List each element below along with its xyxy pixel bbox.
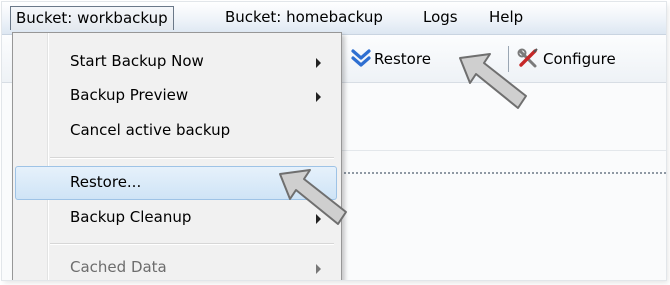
pointer-arrow-icon (279, 169, 347, 225)
dotted-divider (340, 172, 666, 174)
pointer-arrow-icon (459, 53, 527, 109)
menu-item-label: Backup Cleanup (70, 208, 192, 226)
configure-button[interactable]: Configure (543, 49, 616, 69)
menu-item-cached-data[interactable]: Cached Data (15, 251, 337, 280)
menu-item-label: Cached Data (70, 258, 167, 276)
submenu-arrow-icon (316, 58, 321, 68)
menu-separator-shadow (50, 244, 334, 245)
submenu-arrow-icon (316, 264, 321, 274)
menu-item-label: Backup Preview (70, 86, 189, 104)
menu-item-label: Restore... (70, 173, 142, 191)
divider (340, 150, 666, 151)
menu-bucket-homebackup[interactable]: Bucket: homebackup (220, 6, 388, 29)
menu-item-cancel-active-backup[interactable]: Cancel active backup (15, 114, 337, 148)
menu-item-label: Start Backup Now (70, 52, 204, 70)
menu-item-label: Cancel active backup (70, 121, 231, 139)
menu-logs[interactable]: Logs (418, 6, 463, 29)
bucket-dropdown-menu: Start Backup Now Backup Preview Cancel a… (12, 32, 342, 280)
menu-separator-shadow (50, 158, 334, 159)
menu-item-start-backup-now[interactable]: Start Backup Now (15, 45, 337, 79)
menu-help[interactable]: Help (484, 6, 528, 29)
restore-button[interactable]: Restore (374, 49, 431, 69)
double-chevron-down-icon[interactable] (350, 48, 372, 70)
menu-bucket-workbackup[interactable]: Bucket: workbackup (10, 6, 174, 30)
submenu-arrow-icon (316, 92, 321, 102)
menu-item-backup-preview[interactable]: Backup Preview (15, 79, 337, 113)
app-window: Bucket: workbackup Bucket: homebackup Lo… (2, 2, 666, 280)
menu-bar: Bucket: workbackup Bucket: homebackup Lo… (2, 2, 666, 35)
